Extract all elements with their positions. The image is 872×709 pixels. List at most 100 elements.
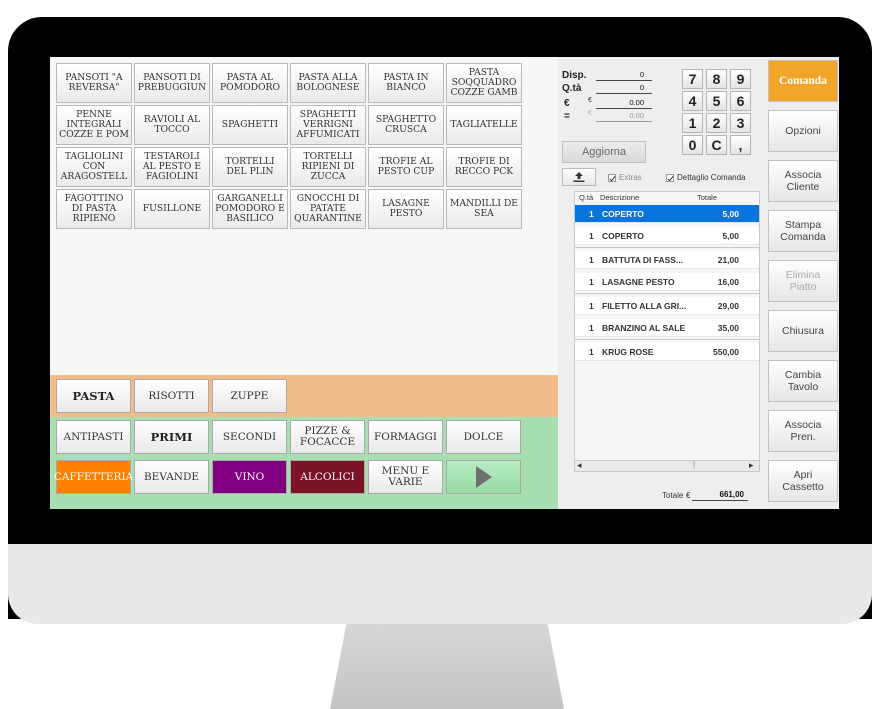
opzioni-button[interactable]: Opzioni	[768, 110, 838, 152]
scroll-right-icon[interactable]: ▸	[749, 460, 754, 471]
keypad-key[interactable]: 0	[682, 135, 703, 155]
dish-button[interactable]: GNOCCHI DI PATATE QUARANTINE	[290, 189, 366, 229]
dish-button[interactable]: TROFIE DI RECCO PCK	[446, 147, 522, 187]
row-description: COPERTO	[602, 231, 644, 241]
associa-cliente-button[interactable]: Associa Cliente	[768, 160, 838, 202]
dish-button[interactable]: PASTA SOQQUADRO COZZE GAMB	[446, 63, 522, 103]
keypad-key[interactable]: 3	[730, 113, 751, 133]
row-description: LASAGNE PESTO	[602, 277, 675, 287]
dish-button[interactable]: TORTELLI DEL PLIN	[212, 147, 288, 187]
col-header-descrizione: Descrizione	[600, 193, 640, 202]
table-row[interactable]: 1 KRUG ROSE 550,00	[575, 343, 759, 361]
dish-button[interactable]: FUSILLONE	[134, 189, 210, 229]
pos-screen: PANSOTI "A REVERSA" PANSOTI DI PREBUGGIUN…	[50, 57, 839, 509]
row-total: 5,00	[722, 231, 739, 241]
dish-button[interactable]: TAGLIOLINI CON ARAGOSTELL	[56, 147, 132, 187]
dish-button[interactable]: PASTA ALLA BOLOGNESE	[290, 63, 366, 103]
category-pizze-focacce[interactable]: PIZZE & FOCACCE	[290, 420, 365, 454]
row-description: COPERTO	[602, 209, 644, 219]
keypad-key[interactable]: 7	[682, 69, 703, 89]
dish-button[interactable]: PENNE INTEGRALI COZZE E POM	[56, 105, 132, 145]
row-description: FILETTO ALLA GRI...	[602, 301, 687, 311]
monitor-stand	[330, 624, 564, 709]
keypad-key[interactable]: ,	[730, 135, 751, 155]
row-total: 35,00	[717, 323, 739, 333]
checkbox-icon	[608, 173, 616, 182]
dish-button[interactable]: GARGANELLI POMODORO E BASILICO	[212, 189, 288, 229]
chiusura-button[interactable]: Chiusura	[768, 310, 838, 352]
aggiorna-button[interactable]: Aggiorna	[562, 141, 646, 163]
dish-button[interactable]: RAVIOLI AL TOCCO	[134, 105, 210, 145]
equals-label: =	[564, 111, 570, 122]
category-antipasti[interactable]: ANTIPASTI	[56, 420, 131, 454]
category-menu-varie[interactable]: MENU E VARIE	[368, 460, 443, 494]
dish-button[interactable]: SPAGHETTO CRUSCA	[368, 105, 444, 145]
price-field[interactable]: 0.00	[596, 97, 652, 109]
disp-field[interactable]: 0	[596, 69, 652, 81]
category-alcolici[interactable]: ALCOLICI	[290, 460, 365, 494]
dish-button[interactable]: TESTAROLI AL PESTO E FAGIOLINI	[134, 147, 210, 187]
dettaglio-comanda-checkbox[interactable]: Dettaglio Comanda	[666, 173, 745, 182]
category-caffetteria[interactable]: CAFFETTERIA	[54, 460, 133, 494]
dish-button[interactable]: SPAGHETTI VERRIGNI AFFUMICATI	[290, 105, 366, 145]
apri-cassetto-button[interactable]: Apri Cassetto	[768, 460, 838, 502]
euro-label: €	[564, 98, 570, 109]
keypad-key[interactable]: 1	[682, 113, 703, 133]
upload-button[interactable]	[562, 168, 596, 186]
subcategory-pasta[interactable]: PASTA	[56, 379, 131, 413]
table-row[interactable]: 1 LASAGNE PESTO 16,00	[575, 273, 759, 291]
subcategory-zuppe[interactable]: ZUPPE	[212, 379, 287, 413]
qta-field[interactable]: 0	[596, 82, 652, 94]
dish-button[interactable]: LASAGNE PESTO	[368, 189, 444, 229]
keypad-key[interactable]: 8	[706, 69, 727, 89]
subcategory-bar: PASTA RISOTTI ZUPPE	[50, 375, 558, 417]
group-separator	[575, 247, 759, 248]
category-secondi[interactable]: SECONDI	[212, 420, 287, 454]
total-field: 0.00	[596, 110, 652, 122]
category-formaggi[interactable]: FORMAGGI	[368, 420, 443, 454]
table-row[interactable]: 1 COPERTO 5,00	[575, 205, 759, 223]
row-qty: 1	[589, 301, 594, 311]
horizontal-scrollbar[interactable]: ◂ | ▸	[574, 460, 760, 472]
comanda-button[interactable]: Comanda	[768, 60, 838, 102]
table-row[interactable]: 1 COPERTO 5,00	[575, 227, 759, 245]
associa-pren-button[interactable]: Associa Pren.	[768, 410, 838, 452]
category-dolce[interactable]: DOLCE	[446, 420, 521, 454]
dish-button[interactable]: TORTELLI RIPIENI DI ZUCCA	[290, 147, 366, 187]
row-qty: 1	[589, 277, 594, 287]
dish-button[interactable]: PASTA IN BIANCO	[368, 63, 444, 103]
eq-prefix: €	[588, 110, 592, 117]
dish-button[interactable]: TROFIE AL PESTO CUP	[368, 147, 444, 187]
extras-checkbox[interactable]: Extras	[608, 173, 642, 182]
category-primi[interactable]: PRIMI	[134, 420, 209, 454]
dish-button[interactable]: MANDILLI DE SEA	[446, 189, 522, 229]
elimina-piatto-button[interactable]: Elimina Piatto	[768, 260, 838, 302]
table-row[interactable]: 1 BATTUTA DI FASS... 21,00	[575, 251, 759, 269]
next-page-button[interactable]	[446, 460, 521, 494]
stampa-comanda-button[interactable]: Stampa Comanda	[768, 210, 838, 252]
col-header-qta: Q.tà	[579, 193, 594, 202]
table-row[interactable]: 1 BRANZINO AL SALE 35,00	[575, 319, 759, 337]
keypad-key[interactable]: 9	[730, 69, 751, 89]
keypad-key[interactable]: 5	[706, 91, 727, 111]
keypad-key[interactable]: 4	[682, 91, 703, 111]
table-row[interactable]: 1 FILETTO ALLA GRI... 29,00	[575, 297, 759, 315]
subcategory-risotti[interactable]: RISOTTI	[134, 379, 209, 413]
dish-button[interactable]: PASTA AL POMODORO	[212, 63, 288, 103]
row-description: BRANZINO AL SALE	[602, 323, 686, 333]
scroll-left-icon[interactable]: ◂	[577, 460, 582, 471]
dish-button[interactable]: PANSOTI DI PREBUGGIUN	[134, 63, 210, 103]
keypad-key[interactable]: C	[706, 135, 727, 155]
category-bevande[interactable]: BEVANDE	[134, 460, 209, 494]
qta-label: Q.tà	[562, 83, 582, 94]
keypad-key[interactable]: 6	[730, 91, 751, 111]
dish-button[interactable]: TAGLIATELLE	[446, 105, 522, 145]
category-vino[interactable]: VINO	[212, 460, 287, 494]
cambia-tavolo-button[interactable]: Cambia Tavolo	[768, 360, 838, 402]
keypad-key[interactable]: 2	[706, 113, 727, 133]
row-description: KRUG ROSE	[602, 347, 654, 357]
dish-button[interactable]: PANSOTI "A REVERSA"	[56, 63, 132, 103]
dish-button[interactable]: SPAGHETTI	[212, 105, 288, 145]
dish-button[interactable]: FAGOTTINO DI PASTA RIPIENO	[56, 189, 132, 229]
row-total: 29,00	[717, 301, 739, 311]
